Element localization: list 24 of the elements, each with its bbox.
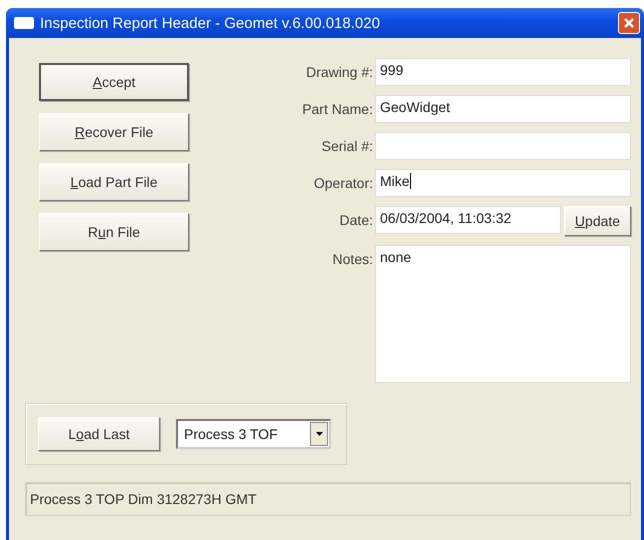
action-button[interactable]: Recover File	[39, 113, 189, 151]
window-icon	[14, 17, 34, 29]
notes-field[interactable]: none	[375, 245, 631, 383]
field-label: Operator:	[312, 174, 374, 191]
field-label: Part Name:	[301, 100, 374, 117]
text-field[interactable]: GeoWidget	[375, 95, 631, 123]
action-button[interactable]: Accept	[39, 63, 189, 101]
field-label: Drawing #:	[305, 63, 374, 80]
update-button[interactable]: Update	[564, 206, 631, 236]
close-icon	[623, 17, 635, 29]
text-field[interactable]: 999	[375, 58, 631, 86]
close-button[interactable]	[618, 12, 640, 34]
process-dropdown[interactable]: Process 3 TOF	[176, 419, 331, 449]
action-button[interactable]: Load Part File	[39, 163, 189, 201]
text-field[interactable]	[375, 132, 631, 160]
field-label: Notes:	[332, 250, 374, 267]
date-field[interactable]: 06/03/2004, 11:03:32	[375, 206, 561, 234]
text-field[interactable]: Mike	[375, 169, 631, 197]
field-label: Serial #:	[320, 137, 374, 154]
load-last-button[interactable]: Load Last	[38, 417, 160, 451]
action-button[interactable]: Run File	[39, 213, 189, 251]
field-label: Date:	[338, 211, 374, 228]
window-title: Inspection Report Header - Geomet v.6.00.018.020	[40, 14, 381, 32]
status-bar: Process 3 TOP Dim 3128273H GMT	[25, 482, 631, 516]
